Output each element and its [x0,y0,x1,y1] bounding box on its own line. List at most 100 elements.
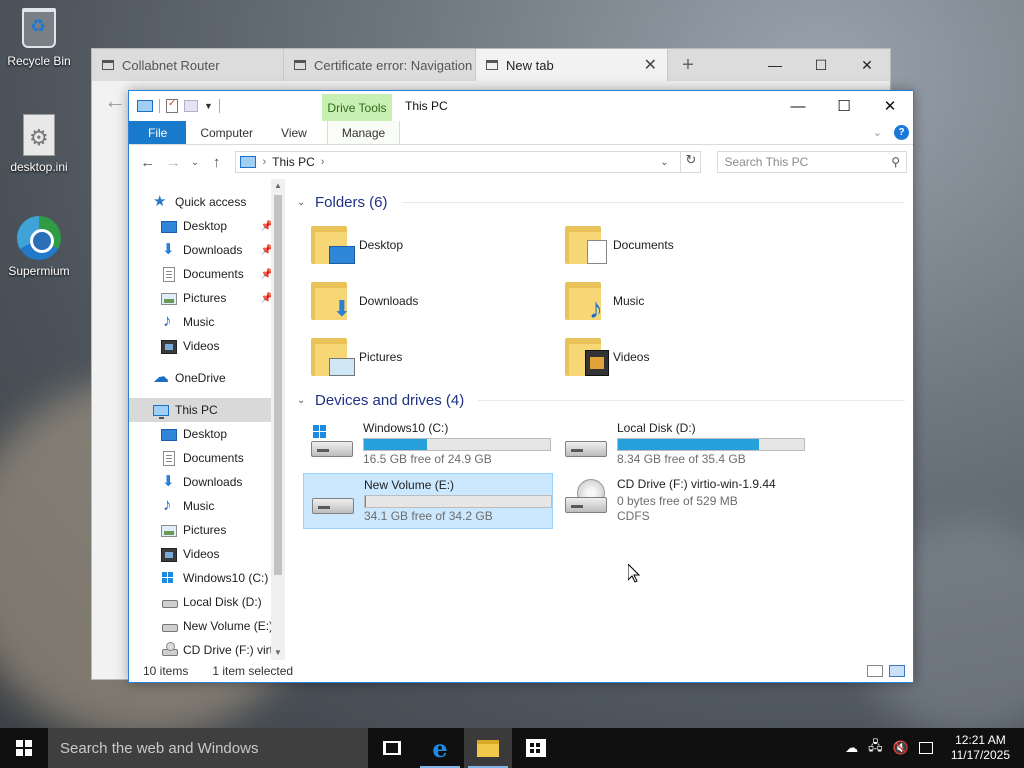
breadcrumb-chevron-icon[interactable]: › [262,156,266,168]
scroll-down-icon[interactable]: ▼ [271,646,285,660]
close-icon[interactable]: ✕ [844,49,890,81]
nav-item-pc-videos[interactable]: Videos [129,542,285,566]
nav-item-downloads[interactable]: Downloads 📌 [129,238,285,262]
maximize-icon[interactable]: ☐ [821,91,867,121]
network-icon[interactable]: 🖧 [868,737,883,759]
browser-icon [17,216,61,260]
nav-item-videos[interactable]: Videos [129,334,285,358]
drive-item-selected[interactable]: New Volume (E:) 34.1 GB free of 34.2 GB [303,473,553,529]
nav-scrollbar[interactable]: ▲ ▼ [271,179,285,660]
close-tab-icon[interactable]: ✕ [644,55,657,75]
tab-computer[interactable]: Computer [186,121,267,144]
nav-item-pc-downloads[interactable]: Downloads [129,470,285,494]
scrollbar-thumb[interactable] [274,195,282,575]
drive-item[interactable]: Windows10 (C:) 16.5 GB free of 24.9 GB [303,417,557,473]
large-icons-view-icon[interactable] [889,665,905,677]
window-title: This PC [405,99,448,113]
start-button[interactable] [0,728,48,768]
nav-item-drive-d[interactable]: Local Disk (D:) [129,590,285,614]
breadcrumb-chevron-icon[interactable]: › [321,156,325,168]
ribbon-tabs: File Computer View Manage ⌄ ? [129,121,913,145]
customize-toolbar-icon[interactable]: ▼ [204,101,213,111]
collapse-chevron-icon[interactable]: ⌄ [297,395,307,406]
scroll-up-icon[interactable]: ▲ [271,179,285,193]
new-folder-icon[interactable] [184,100,198,112]
expand-ribbon-icon[interactable]: ⌄ [873,126,882,139]
computer-icon [153,405,169,419]
task-view-button[interactable] [368,728,416,768]
details-view-icon[interactable] [867,665,883,677]
close-icon[interactable]: ✕ [867,91,913,121]
address-bar[interactable]: › This PC › ⌄ ↻ [235,151,702,173]
nav-label: Desktop [183,219,228,233]
browser-tab[interactable]: Collabnet Router [92,49,284,81]
tab-page-icon [102,60,114,70]
onedrive-tray-icon[interactable]: ☁ [845,740,858,756]
desktop-icon [161,429,177,441]
nav-item-this-pc[interactable]: This PC [129,398,285,422]
desktop-icon-recycle-bin[interactable]: Recycle Bin [0,6,78,68]
nav-item-drive-f[interactable]: CD Drive (F:) virt [129,638,285,660]
nav-item-desktop[interactable]: Desktop 📌 [129,214,285,238]
item-count: 10 items [143,664,189,678]
folders-grid: Desktop Documents ⬇ Downloads ♪ Music Pi… [311,217,913,385]
drives-section-header[interactable]: ⌄ Devices and drives (4) [297,389,913,411]
browser-tab[interactable]: Certificate error: Navigation [284,49,476,81]
desktop-icon-supermium[interactable]: Supermium [0,216,78,278]
nav-item-pc-documents[interactable]: Documents [129,446,285,470]
nav-item-pc-pictures[interactable]: Pictures [129,518,285,542]
folder-item[interactable]: Desktop [311,217,565,273]
drive-name: New Volume (E:) [364,478,455,492]
volume-muted-icon[interactable]: 🔇 [893,740,909,756]
recent-locations-icon[interactable]: ⌄ [190,157,200,168]
refresh-icon[interactable]: ↻ [680,152,700,172]
desktop-icon-label: Supermium [8,264,70,278]
nav-label: Downloads [183,475,243,489]
maximize-icon[interactable]: ☐ [798,49,844,81]
nav-label: OneDrive [175,371,226,385]
drives-grid: Windows10 (C:) 16.5 GB free of 24.9 GB L… [303,417,913,529]
tab-file[interactable]: File [129,121,187,144]
properties-icon[interactable] [166,98,178,113]
folder-item[interactable]: Pictures [311,329,565,385]
nav-item-documents[interactable]: Documents 📌 [129,262,285,286]
nav-item-music[interactable]: Music [129,310,285,334]
drive-item[interactable]: CD Drive (F:) virtio-win-1.9.44 0 bytes … [557,473,811,529]
file-explorer-button[interactable] [464,728,512,768]
nav-item-pictures[interactable]: Pictures 📌 [129,286,285,310]
taskbar-search[interactable]: Search the web and Windows [48,728,368,768]
folder-item[interactable]: Documents [565,217,819,273]
up-icon[interactable]: ↑ [208,154,226,171]
breadcrumb-this-pc[interactable]: This PC [272,155,315,169]
nav-label: CD Drive (F:) virt [183,643,273,657]
back-icon[interactable]: ← [139,154,157,171]
store-button[interactable] [512,728,560,768]
folder-item[interactable]: Videos [565,329,819,385]
folders-section-header[interactable]: ⌄ Folders (6) [297,191,913,213]
collapse-chevron-icon[interactable]: ⌄ [297,197,307,208]
nav-item-drive-e[interactable]: New Volume (E:) [129,614,285,638]
address-history-dropdown-icon[interactable]: ⌄ [654,157,674,168]
tab-manage[interactable]: Manage [326,121,401,144]
search-input[interactable]: Search This PC ⚲ [717,151,908,173]
nav-item-pc-desktop[interactable]: Desktop [129,422,285,446]
new-tab-icon[interactable]: + [668,49,708,81]
folder-item[interactable]: ♪ Music [565,273,819,329]
minimize-icon[interactable]: — [775,91,821,121]
action-center-icon[interactable] [918,742,933,754]
clock[interactable]: 12:21 AM 11/17/2025 [945,733,1016,763]
help-icon[interactable]: ? [894,125,909,140]
separator [218,99,220,113]
nav-item-quick-access[interactable]: Quick access [129,190,285,214]
tab-view[interactable]: View [267,121,321,144]
browser-tab-active[interactable]: New tab ✕ [476,49,668,81]
edge-button[interactable]: e [416,728,464,768]
minimize-icon[interactable]: — [752,49,798,81]
desktop-icon-desktop-ini[interactable]: desktop.ini [0,112,78,174]
folder-item[interactable]: ⬇ Downloads [311,273,565,329]
nav-item-onedrive[interactable]: OneDrive [129,366,285,390]
nav-item-pc-music[interactable]: Music [129,494,285,518]
forward-icon[interactable]: → [165,154,183,171]
drive-item[interactable]: Local Disk (D:) 8.34 GB free of 35.4 GB [557,417,811,473]
nav-item-drive-c[interactable]: Windows10 (C:) [129,566,285,590]
